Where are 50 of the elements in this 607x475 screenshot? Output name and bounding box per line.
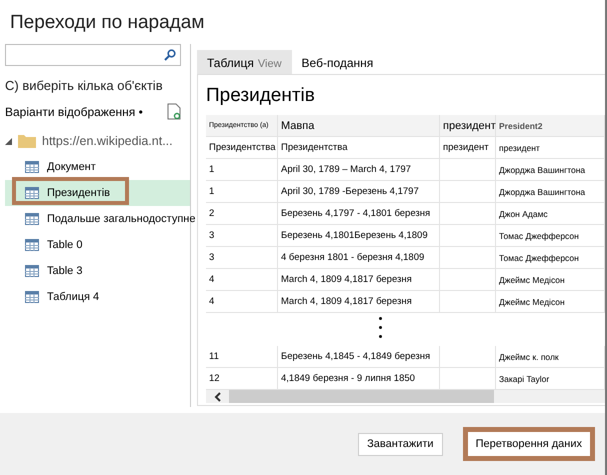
tree-node[interactable]: https://en.wikipedia.nt... [5,128,190,154]
table-cell: March 4, 1809 4,1817 березня [278,291,440,313]
table-cell: 4 [206,291,278,313]
table-cell: Джорджа Вашингтона [496,181,605,203]
table-cell: 1 [206,159,278,181]
tree-item[interactable]: Таблиця 4 [5,284,190,310]
table-cell: April 30, 1789 -Березень 4,1797 [278,181,440,203]
table-cell: Президентства [206,137,278,159]
table-cell: Томас Джефферсон [496,247,605,269]
table-cell: Березень 4,1801Березень 4,1809 [278,225,440,247]
column-header: президент [440,115,496,137]
table-cell: Закарі Taylor [496,368,605,390]
tab[interactable]: Таблиця View [197,50,292,74]
table-cell: Томас Джефферсон [496,225,605,247]
table-cell: Джеймс Медісон [496,291,605,313]
table-cell: 4 березня 1801 - березня 4,1809 [278,247,440,269]
table-cell: Джеймс Медісон [496,269,605,291]
table-cell: 12 [206,368,278,390]
table-cell: 2 [206,203,278,225]
tree-item[interactable]: Президентів [5,180,190,206]
tab-ghost-label: View [258,58,282,70]
dialog-button[interactable]: Завантажити [358,432,443,456]
tree-item[interactable]: Table 0 [5,232,190,258]
table-cell: 1 [206,181,278,203]
table-cell: Березень 4,1797 - 4,1801 березня [278,203,440,225]
window-title: Переходи по нарадам [9,11,206,34]
table-cell: Президентства [278,137,440,159]
table-cell: April 30, 1789 – March 4, 1797 [278,159,440,181]
table-cell: 4 [206,269,278,291]
column-header: President2 [496,115,605,137]
tab[interactable]: Веб-подання [292,50,384,74]
preview-title: Президентів [206,85,316,107]
table-cell: Березень 4,1845 - 4,1849 березня [278,346,440,368]
table-cell: 4,1849 березня - 9 липня 1850 [278,368,440,390]
display-options-menu[interactable]: Варіанти відображення • [5,104,143,118]
table-cell: 3 [206,225,278,247]
table-cell: Джорджа Вашингтона [496,159,605,181]
table-cell: президент [440,137,496,159]
table-cell: March 4, 1809 4,1817 березня [278,269,440,291]
select-multiple-label[interactable]: С) виберіть кілька об'єктів [5,78,190,93]
tree-item[interactable]: Документ [5,154,190,180]
table-cell: Джон Адамс [496,203,605,225]
tree-item[interactable]: Table 3 [5,258,190,284]
column-header: Мавпа [278,115,440,137]
table-cell: 3 [206,247,278,269]
table-cell: Джеймс к. полк [496,346,605,368]
tree-item[interactable]: Подальше загальнодоступне [5,206,196,232]
table-cell: президент [496,137,605,159]
dialog-button[interactable]: Перетворення даних [462,427,595,461]
table-cell: 11 [206,346,278,368]
